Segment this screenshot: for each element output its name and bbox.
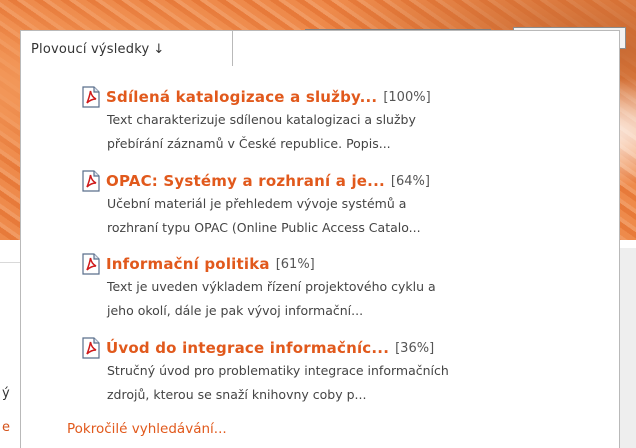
result-description-line: Text je uveden výkladem řízení projektov… [107, 279, 436, 294]
result-description-line: zdrojů, kterou se snaží knihovny coby p.… [107, 387, 367, 402]
pdf-icon [82, 170, 100, 192]
result-relevance: [36%] [395, 340, 435, 356]
result-description: Učební materiál je přehledem vývoje syst… [107, 192, 600, 240]
down-arrow-icon: ↓ [153, 42, 165, 57]
result-description: Text je uveden výkladem řízení projektov… [107, 275, 600, 323]
result-relevance: [61%] [275, 256, 315, 272]
result-description: Stručný úvod pro problematiky integrace … [107, 359, 600, 407]
result-description-line: přebírání záznamů v České republice. Pop… [107, 136, 391, 151]
result-item[interactable]: OPAC: Systémy a rozhraní a je... [64%] U… [80, 170, 600, 240]
floating-results-tab-label: Plovoucí výsledky [31, 42, 150, 57]
pdf-icon [82, 86, 100, 108]
result-item[interactable]: Úvod do integrace informačníc... [36%] S… [80, 337, 600, 407]
result-description-line: Text charakterizuje sdílenou katalogizac… [107, 112, 416, 127]
result-item[interactable]: Sdílená katalogizace a služby... [100%] … [80, 86, 600, 156]
result-title-link[interactable]: Informační politika [106, 255, 270, 273]
result-item[interactable]: Informační politika [61%] Text je uveden… [80, 253, 600, 323]
result-title-link[interactable]: Úvod do integrace informačníc... [106, 339, 389, 357]
pdf-icon [82, 337, 100, 359]
result-description-line: Učební materiál je přehledem vývoje syst… [107, 196, 407, 211]
background-text-fragment: ý [2, 386, 10, 401]
result-relevance: [100%] [383, 89, 431, 105]
result-description: Text charakterizuje sdílenou katalogizac… [107, 108, 600, 156]
pdf-icon [82, 253, 100, 275]
result-description-line: rozhraní typu OPAC (Online Public Access… [107, 220, 421, 235]
floating-results-tab[interactable]: Plovoucí výsledky ↓ [20, 30, 233, 66]
result-title-link[interactable]: OPAC: Systémy a rozhraní a je... [106, 172, 385, 190]
background-text-fragment: e [2, 420, 10, 435]
advanced-search-link[interactable]: Pokročilé vyhledávání... [67, 421, 227, 437]
result-relevance: [64%] [390, 173, 430, 189]
result-title-link[interactable]: Sdílená katalogizace a služby... [106, 88, 377, 106]
result-description-line: jeho okolí, dále je pak vývoj informační… [107, 303, 364, 318]
result-description-line: Stručný úvod pro problematiky integrace … [107, 363, 449, 378]
